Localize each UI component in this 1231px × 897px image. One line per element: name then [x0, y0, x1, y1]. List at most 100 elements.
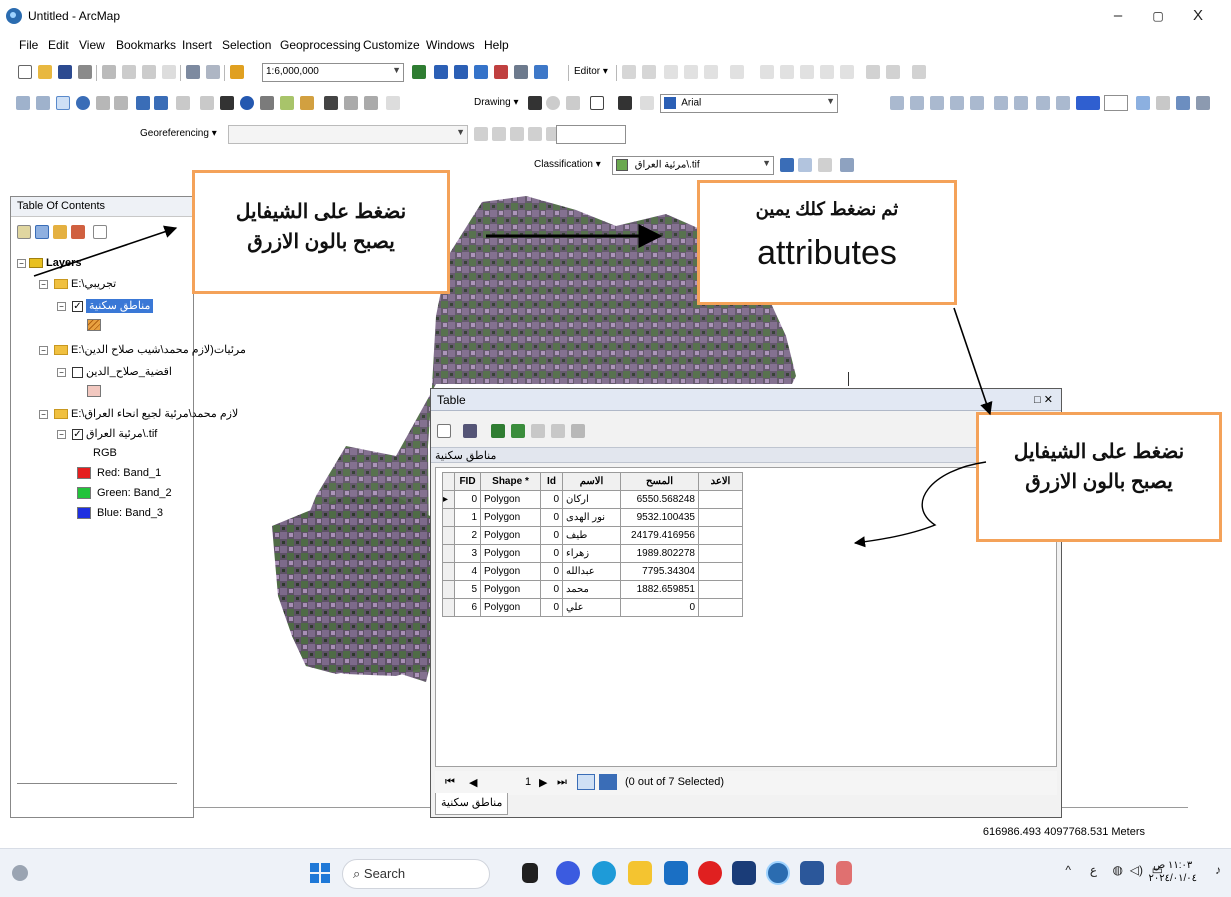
col-header-id[interactable]: Id: [540, 472, 563, 491]
menu-insert[interactable]: Insert: [182, 38, 212, 52]
collapse-icon[interactable]: −: [17, 258, 26, 268]
python-window-icon[interactable]: [514, 65, 528, 79]
fixed-zoom-in-icon[interactable]: [96, 96, 110, 110]
file-explorer-icon[interactable]: [628, 861, 652, 885]
table-row[interactable]: 6 Polygon 0 علي 0: [442, 598, 743, 617]
language-indicator[interactable]: ع: [1090, 863, 1097, 877]
options-icon[interactable]: [93, 225, 107, 239]
collapse-icon[interactable]: −: [57, 367, 66, 377]
edge-browser-icon[interactable]: [592, 861, 616, 885]
cell-name[interactable]: محمد: [562, 580, 621, 599]
georef-tool-1-icon[interactable]: [890, 96, 904, 110]
link-table-icon[interactable]: [528, 127, 542, 141]
menu-geoprocessing[interactable]: Geoprocessing: [280, 38, 361, 52]
zoom-to-selected-icon[interactable]: [551, 424, 565, 438]
cell-name[interactable]: طيف: [562, 526, 621, 545]
list-by-drawing-order-icon[interactable]: [17, 225, 31, 239]
cell-id[interactable]: 0: [540, 508, 563, 527]
volume-icon[interactable]: ◁): [1130, 863, 1143, 877]
zoom-to-selected-icon[interactable]: [566, 96, 580, 110]
goto-xy-icon[interactable]: [364, 96, 378, 110]
start-button[interactable]: [310, 863, 330, 883]
table-row[interactable]: 2 Polygon 0 طيف 24179.416956: [442, 526, 743, 545]
last-record-button[interactable]: ⏭: [557, 776, 567, 789]
collapse-icon[interactable]: −: [57, 301, 66, 311]
switch-selection-icon[interactable]: [511, 424, 525, 438]
identify-icon[interactable]: [240, 96, 254, 110]
end-point-arc-icon[interactable]: [684, 65, 698, 79]
zoom-percent-icon[interactable]: [1076, 96, 1100, 110]
cell-shape[interactable]: Polygon: [480, 490, 541, 509]
districts-layer-label[interactable]: اقضية_صلاح_الدين: [86, 366, 172, 378]
cell-area[interactable]: 0: [620, 598, 699, 617]
teams-icon[interactable]: [556, 861, 580, 885]
print-icon[interactable]: [78, 65, 92, 79]
cell-fid[interactable]: 4: [454, 562, 481, 581]
row-selector[interactable]: [442, 508, 455, 527]
editor-toolbar-icon[interactable]: [412, 65, 426, 79]
delete-icon[interactable]: [162, 65, 176, 79]
save-icon[interactable]: [58, 65, 72, 79]
collapse-icon[interactable]: −: [57, 429, 66, 439]
col-header-area[interactable]: المسح: [620, 472, 699, 491]
open-folder-icon[interactable]: [38, 65, 52, 79]
taskbar-clock[interactable]: ١١:٠٣ ص ٢٠٢٤/٠١/٠٤: [1148, 859, 1197, 885]
cut-icon[interactable]: [102, 65, 116, 79]
mail-icon[interactable]: [664, 861, 688, 885]
georef-tool-3-icon[interactable]: [930, 96, 944, 110]
cell-name[interactable]: عبدالله: [562, 562, 621, 581]
cell-extra[interactable]: [698, 580, 743, 599]
georef-scale-input[interactable]: [556, 125, 626, 144]
data-driven-pages-icon[interactable]: [1196, 96, 1210, 110]
layout-tool-3-icon[interactable]: [1036, 96, 1050, 110]
attributes-icon[interactable]: [866, 65, 880, 79]
edit-tool-icon[interactable]: [622, 65, 636, 79]
sketch-properties-icon[interactable]: [886, 65, 900, 79]
toc-layers-root[interactable]: − Layers: [17, 257, 81, 269]
undo-icon[interactable]: [186, 65, 200, 79]
new-document-icon[interactable]: [18, 65, 32, 79]
col-header-name[interactable]: الاسم: [562, 472, 621, 491]
redo-icon[interactable]: [206, 65, 220, 79]
layer-visibility-checkbox[interactable]: [72, 366, 83, 378]
cell-shape[interactable]: Polygon: [480, 544, 541, 563]
row-selector[interactable]: [442, 526, 455, 545]
back-arrow-icon[interactable]: [136, 96, 150, 110]
paste-icon[interactable]: [142, 65, 156, 79]
list-by-source-icon[interactable]: [35, 225, 49, 239]
toc-layer-districts[interactable]: − اقضية_صلاح_الدين: [57, 365, 172, 378]
table-row[interactable]: 3 Polygon 0 زهراء 1989.802278: [442, 544, 743, 563]
show-hidden-icons[interactable]: ^: [1065, 863, 1071, 877]
menu-bookmarks[interactable]: Bookmarks: [116, 38, 176, 52]
select-elements-icon[interactable]: [220, 96, 234, 110]
polygon-symbol[interactable]: [87, 385, 101, 397]
classification-layer-dropdown[interactable]: مرئية العراق\.tif ▼: [612, 156, 774, 175]
find-route-icon[interactable]: [344, 96, 358, 110]
toggle-draft-icon[interactable]: [1136, 96, 1150, 110]
measure-icon[interactable]: [300, 96, 314, 110]
training-sample-icon[interactable]: [780, 158, 794, 172]
editor-menu[interactable]: Editor ▾: [574, 66, 608, 77]
layer-visibility-checkbox[interactable]: ✓: [72, 300, 83, 312]
taskbar-search[interactable]: ⌕ Search: [342, 859, 490, 889]
cell-fid[interactable]: 2: [454, 526, 481, 545]
toc-layer-residential[interactable]: − ✓ مناطق سكنية: [57, 299, 154, 313]
cell-id[interactable]: 0: [540, 562, 563, 581]
store-icon[interactable]: [732, 861, 756, 885]
close-button[interactable]: X: [1178, 4, 1218, 28]
rotate-icon[interactable]: [840, 65, 854, 79]
zoom-in-icon[interactable]: [16, 96, 30, 110]
network-app-icon[interactable]: [836, 861, 852, 885]
cell-fid[interactable]: 5: [454, 580, 481, 599]
row-selector[interactable]: [442, 562, 455, 581]
cell-id[interactable]: 0: [540, 526, 563, 545]
georef-tool-5-icon[interactable]: [970, 96, 984, 110]
table-row[interactable]: 1 Polygon 0 نور الهدى 9532.100435: [442, 508, 743, 527]
georeferencing-menu[interactable]: Georeferencing ▾: [140, 128, 217, 139]
cell-shape[interactable]: Polygon: [480, 526, 541, 545]
clear-table-selection-icon[interactable]: [531, 424, 545, 438]
cell-area[interactable]: 1882.659851: [620, 580, 699, 599]
layout-tool-2-icon[interactable]: [1014, 96, 1028, 110]
hyperlink-icon[interactable]: [260, 96, 274, 110]
classification-menu[interactable]: Classification ▾: [534, 159, 601, 170]
